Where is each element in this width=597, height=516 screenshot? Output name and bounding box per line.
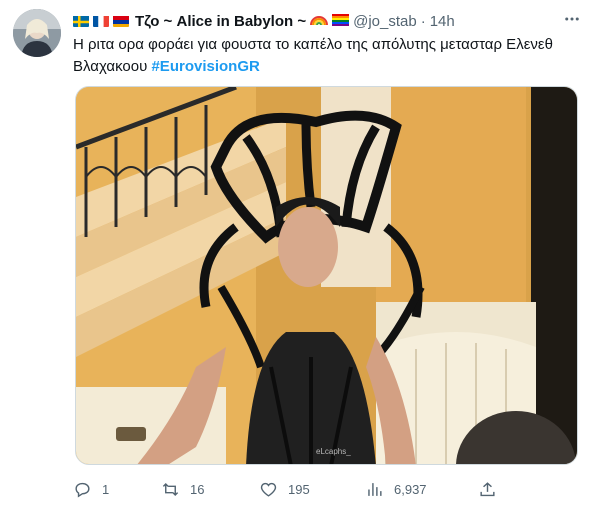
media-watermark: eLcaphs_	[316, 447, 351, 456]
avatar[interactable]	[13, 9, 61, 57]
tweet-actions: 1 16 195 6,937	[73, 478, 503, 500]
share-button[interactable]	[478, 478, 507, 500]
france-flag-icon	[93, 15, 109, 27]
reply-button[interactable]: 1	[73, 478, 109, 500]
heart-icon	[260, 482, 277, 497]
tweet[interactable]: Τζο ~ Alice in Babylon ~ @jo_stab · 14h …	[0, 0, 597, 516]
views-count: 6,937	[394, 481, 427, 497]
rainbow-icon	[310, 12, 329, 30]
like-count: 195	[288, 481, 310, 497]
views-button[interactable]: 6,937	[365, 478, 427, 500]
retweet-button[interactable]: 16	[161, 478, 204, 500]
tweet-text: Η ριτα ορα φοράει για φουστα το καπέλο τ…	[73, 34, 578, 78]
separator-dot: ·	[420, 12, 426, 30]
share-icon	[480, 481, 495, 496]
handle[interactable]: @jo_stab	[353, 13, 417, 30]
retweet-count: 16	[190, 481, 205, 497]
retweet-icon	[162, 482, 179, 496]
analytics-icon	[368, 482, 382, 496]
tweet-header: Τζο ~ Alice in Babylon ~ @jo_stab · 14h	[73, 11, 455, 31]
sweden-flag-icon	[73, 15, 89, 27]
tweet-media-image[interactable]: eLcaphs_	[75, 86, 578, 465]
reply-icon	[75, 482, 90, 498]
timestamp[interactable]: 14h	[430, 13, 455, 30]
armenia-flag-icon	[113, 15, 129, 27]
more-options-icon[interactable]	[562, 9, 582, 29]
tweet-body: Η ριτα ορα φοράει για φουστα το καπέλο τ…	[73, 36, 553, 75]
like-button[interactable]: 195	[259, 478, 310, 500]
hashtag-link[interactable]: #EurovisionGR	[151, 58, 259, 75]
reply-count: 1	[102, 481, 110, 497]
rainbow-flag-icon	[332, 13, 350, 30]
display-name[interactable]: Τζο ~ Alice in Babylon ~	[135, 13, 306, 30]
